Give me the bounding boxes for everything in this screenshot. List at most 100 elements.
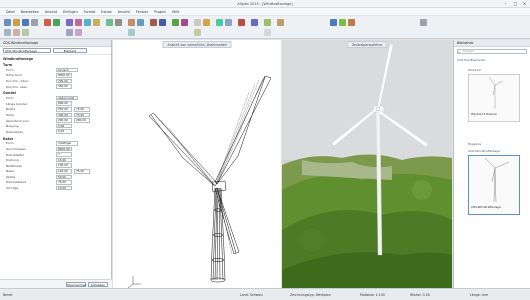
menu-item[interactable]: Extras bbox=[101, 10, 111, 14]
roof-icon[interactable] bbox=[106, 19, 113, 26]
settings-icon[interactable] bbox=[420, 19, 427, 26]
redo-icon[interactable] bbox=[53, 19, 60, 26]
new-file-icon[interactable] bbox=[4, 19, 11, 26]
snap-icon[interactable] bbox=[4, 29, 11, 36]
property-dropdown[interactable]: konisch bbox=[56, 67, 78, 73]
apply-button[interactable]: Übernehmen bbox=[66, 282, 86, 287]
library-item[interactable]: Windrad 3 Rotoren bbox=[468, 74, 520, 122]
close-panel-button[interactable]: Schließen bbox=[88, 282, 108, 287]
property-input[interactable]: 8000.00 bbox=[56, 146, 72, 152]
window-icon[interactable] bbox=[84, 19, 91, 26]
property-input[interactable]: 200.00 bbox=[56, 118, 72, 123]
property-dropdown[interactable]: dreiflügel bbox=[56, 141, 78, 146]
property-input[interactable]: 120.00 bbox=[56, 169, 72, 174]
zoom-icon[interactable] bbox=[330, 19, 337, 26]
render-viewport[interactable]: Zentralperspektive bbox=[282, 40, 452, 288]
property-input[interactable]: 300.00 bbox=[56, 112, 72, 118]
rotate-icon[interactable] bbox=[216, 19, 223, 26]
property-input[interactable]: 5.00 bbox=[56, 123, 72, 129]
element-selector[interactable]: CDS Windkraftanlage bbox=[3, 48, 51, 53]
open-folder-icon[interactable] bbox=[13, 19, 20, 26]
property-input[interactable]: 75.00 bbox=[74, 107, 90, 112]
property-input[interactable]: 700.00 bbox=[56, 78, 72, 84]
menu-item[interactable]: Datei bbox=[6, 10, 15, 14]
property-input[interactable]: 75.00 bbox=[74, 169, 90, 174]
property-label: Länge Gondel bbox=[6, 101, 27, 106]
measure-icon[interactable] bbox=[128, 29, 135, 36]
wireframe-viewport[interactable]: Ansicht von vorne/links, Drahtmodell bbox=[113, 40, 281, 288]
print-icon[interactable] bbox=[31, 19, 38, 26]
status-length[interactable]: Länge: mm bbox=[470, 293, 488, 297]
status-country[interactable]: Land: Schweiz bbox=[240, 293, 263, 297]
property-input[interactable]: 50.00 bbox=[56, 174, 72, 180]
property-input[interactable]: 200.00 bbox=[74, 118, 90, 123]
menu-item[interactable]: Plugins bbox=[154, 10, 166, 14]
property-input[interactable]: 100.00 bbox=[56, 163, 72, 168]
properties-icon[interactable] bbox=[251, 19, 258, 26]
hatch-icon[interactable] bbox=[194, 29, 201, 36]
select-icon[interactable] bbox=[66, 29, 73, 36]
library-item-selected[interactable]: CDS-Windkraftanlage bbox=[468, 155, 520, 215]
properties-panel: CDS-Windkraftanlage CDS Windkraftanlage … bbox=[0, 40, 112, 288]
property-input[interactable]: 0.00 bbox=[56, 129, 72, 135]
grid-icon[interactable] bbox=[13, 29, 20, 36]
save-icon[interactable] bbox=[22, 19, 29, 26]
property-input[interactable]: 3 bbox=[56, 152, 72, 157]
property-input[interactable]: 75.00 bbox=[74, 112, 90, 118]
breadcrumb[interactable]: CDS-PlanElemente bbox=[457, 58, 485, 62]
status-scale[interactable]: Maßstab: 1:100 bbox=[360, 293, 385, 297]
property-input[interactable]: 350.00 bbox=[56, 84, 72, 89]
property-input[interactable]: 15.00 bbox=[56, 157, 72, 163]
status-angle[interactable]: Winkel: 0.00 bbox=[410, 293, 430, 297]
menu-item[interactable]: Einfügen bbox=[63, 10, 78, 14]
dimension-icon[interactable] bbox=[128, 19, 135, 26]
menu-item[interactable]: Ansicht bbox=[118, 10, 130, 14]
plugin-icon[interactable] bbox=[277, 19, 284, 26]
palette-icon[interactable] bbox=[264, 29, 271, 36]
property-label: Form bbox=[6, 96, 14, 101]
library-search[interactable]: Suchen bbox=[457, 49, 527, 54]
property-label: Rotorblätter bbox=[6, 152, 25, 157]
mirror-icon[interactable] bbox=[225, 19, 232, 26]
stair-icon[interactable] bbox=[115, 19, 122, 26]
element-tab[interactable]: Element bbox=[53, 48, 87, 53]
minimize-button[interactable]: – bbox=[501, 1, 510, 7]
door-icon[interactable] bbox=[93, 19, 100, 26]
property-input[interactable]: 250.00 bbox=[56, 107, 72, 112]
menu-item[interactable]: Fenster bbox=[136, 10, 148, 14]
property-input[interactable]: 8000.00 bbox=[56, 73, 72, 78]
property-input[interactable]: 800.00 bbox=[56, 101, 72, 107]
close-button[interactable]: × bbox=[520, 1, 529, 7]
menu-item[interactable]: Format bbox=[84, 10, 96, 14]
wall-icon[interactable] bbox=[75, 19, 82, 26]
library-panel: Bibliothek Suchen ⌕ CDS-PlanElemente Win… bbox=[453, 40, 530, 288]
filter-icon[interactable] bbox=[75, 29, 82, 36]
render-icon[interactable] bbox=[150, 19, 157, 26]
status-text: Bereit bbox=[3, 292, 13, 297]
section-icon[interactable] bbox=[181, 19, 188, 26]
view-icon[interactable] bbox=[159, 19, 166, 26]
property-dropdown[interactable]: abgerundet bbox=[56, 95, 78, 101]
panel-header: CDS-Windkraftanlage bbox=[0, 40, 111, 47]
delete-icon[interactable] bbox=[238, 19, 245, 26]
menu-item[interactable]: Ansicht bbox=[45, 10, 57, 14]
pan-icon[interactable] bbox=[339, 19, 346, 26]
layer-icon[interactable] bbox=[66, 19, 73, 26]
property-input[interactable]: 75.00 bbox=[56, 180, 72, 185]
maximize-button[interactable]: □ bbox=[511, 1, 520, 7]
viewport-tab[interactable]: Zentralperspektive bbox=[346, 41, 388, 48]
panel-footer: Übernehmen Schließen bbox=[0, 279, 112, 288]
copy-icon[interactable] bbox=[194, 19, 201, 26]
menu-item[interactable]: Bearbeiten bbox=[21, 10, 39, 14]
menu-item[interactable]: Hilfe bbox=[172, 10, 180, 14]
status-drawing-type[interactable]: Zeichnungstyp: Werkplan bbox=[290, 293, 331, 297]
move-icon[interactable] bbox=[203, 19, 210, 26]
terrain-icon[interactable] bbox=[172, 19, 179, 26]
orbit-icon[interactable] bbox=[348, 19, 355, 26]
property-label: Form bbox=[6, 141, 14, 146]
library-icon[interactable] bbox=[264, 19, 271, 26]
text-icon[interactable] bbox=[137, 19, 144, 26]
property-input[interactable]: 10.00 bbox=[56, 185, 72, 191]
ortho-icon[interactable] bbox=[22, 29, 29, 36]
undo-icon[interactable] bbox=[44, 19, 51, 26]
